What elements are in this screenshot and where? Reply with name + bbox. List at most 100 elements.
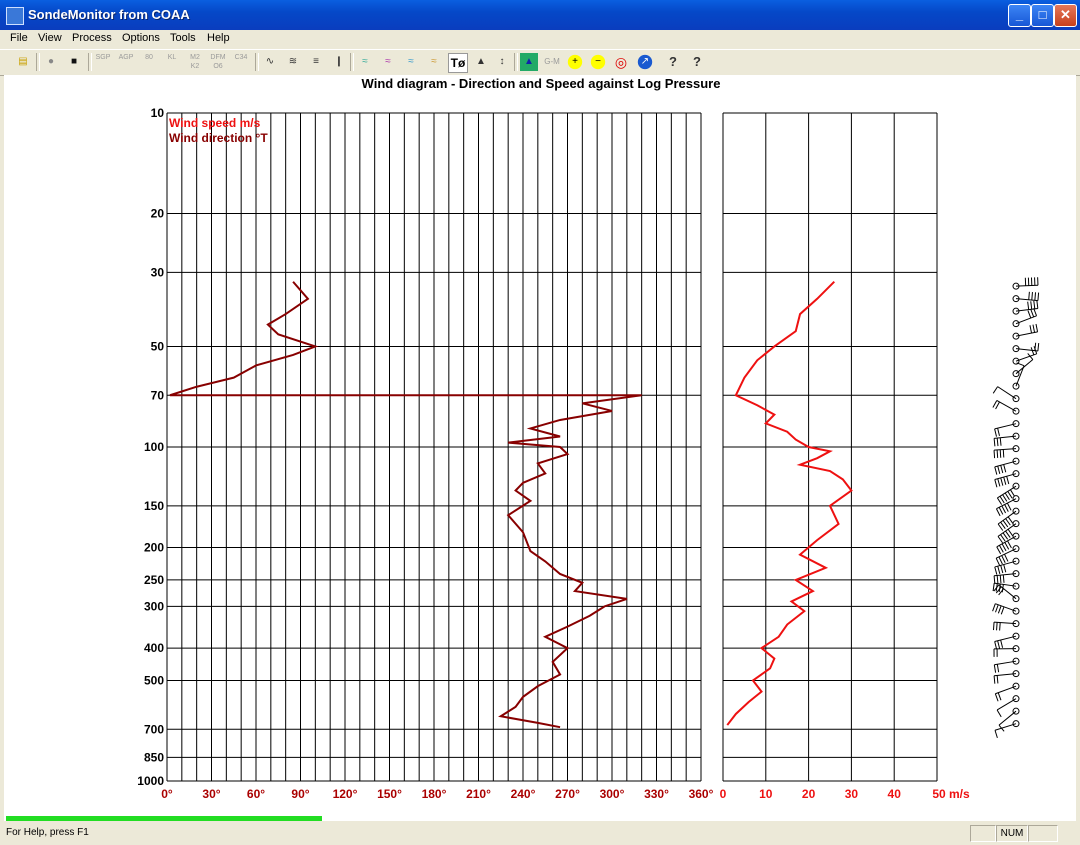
status-bar: For Help, press F1 NUM (0, 823, 1080, 845)
wind-barb-feather (997, 640, 1001, 649)
gm-button[interactable]: G-M (543, 53, 561, 71)
zoom-out-icon[interactable]: − (589, 53, 607, 71)
maximize-button[interactable]: □ (1031, 4, 1054, 27)
menu-process[interactable]: Process (72, 32, 112, 44)
wind-barb-feather (1033, 300, 1036, 309)
toolbar-separator (36, 53, 40, 71)
stop-icon[interactable]: ■ (65, 53, 83, 71)
toolbar-separator (350, 53, 354, 71)
wind-barb-feather (1000, 565, 1004, 574)
kl-sonde-button[interactable]: KL (163, 53, 181, 71)
wind-diagram-chart: Wind diagram - Direction and Speed again… (137, 76, 1040, 801)
navigate-icon[interactable]: ↗ (636, 53, 654, 71)
double-wave-icon[interactable]: ≋ (284, 53, 302, 71)
wind-barb-feather (997, 465, 1001, 474)
graph-temp-icon[interactable]: ≈ (356, 53, 374, 71)
wind-barb-staff (994, 473, 1017, 480)
minimize-button[interactable]: _ (1008, 4, 1031, 27)
menu-tools[interactable]: Tools (170, 32, 196, 44)
window-title: SondeMonitor from COAA (28, 7, 190, 22)
whats-this-help-icon[interactable]: ? (688, 53, 706, 71)
wind-barb-feather (1028, 291, 1030, 300)
menu-options[interactable]: Options (122, 32, 160, 44)
wind-barb (1012, 277, 1039, 290)
wind-barb-feather (993, 438, 996, 447)
open-folder-icon[interactable]: ▤ (14, 53, 32, 71)
map-icon[interactable]: ▲ (520, 53, 538, 71)
wind-barb-feather (1029, 325, 1033, 334)
m2k2-sonde-button[interactable]: M2 K2 (186, 53, 204, 71)
wind-barb-feather (1006, 476, 1010, 485)
wind-diagram-icon[interactable]: ▲ (472, 53, 490, 71)
help-icon[interactable]: ? (664, 53, 682, 71)
wind-barb-feather (994, 479, 998, 488)
progress-bar (6, 816, 322, 821)
speed-series-line (726, 281, 853, 726)
wind-barb-feather (997, 478, 1001, 487)
close-button[interactable]: ✕ (1054, 4, 1077, 27)
wind-barb-feather (995, 604, 999, 613)
pressure-tick-label: 500 (144, 673, 164, 687)
wind-barb-feather (999, 622, 1001, 631)
toolbar: ▤ ● ■ SGP AGP 80 KL M2 K2 DFM O6 C34 ∿ ≋… (0, 49, 1080, 76)
wind-barb-feather (1000, 606, 1005, 615)
wind-barb-feather (1007, 491, 1013, 499)
direction-tick-label: 180° (422, 787, 447, 801)
wind-barb-feather (1002, 494, 1008, 502)
graph-height-icon[interactable]: ≈ (425, 53, 443, 71)
wind-barb-feather (993, 664, 997, 673)
status-panel-empty (1028, 825, 1058, 842)
wind-barb (994, 720, 1020, 739)
i80-sonde-button[interactable]: 80 (140, 53, 158, 71)
wind-barb-feather (1003, 476, 1007, 485)
direction-tick-label: 0° (161, 787, 173, 801)
wind-barb-feather (1027, 310, 1032, 319)
vertical-arrows-icon[interactable]: ↕ (493, 53, 511, 71)
wind-barb-feather (1004, 504, 1009, 512)
bars-icon[interactable]: ❙ (330, 53, 348, 71)
wind-barb-feather (1009, 489, 1016, 497)
c34-sonde-button[interactable]: C34 (232, 53, 250, 71)
wind-barb-feather (999, 449, 1002, 458)
wind-barb-feather (994, 566, 998, 575)
wind-barb-feather (1001, 543, 1007, 552)
wind-barb-feather (996, 622, 998, 631)
wind-barb-feather (996, 664, 1000, 673)
graph-pressure-icon[interactable]: ≈ (402, 53, 420, 71)
legend-speed: Wind speed m/s (169, 116, 261, 130)
direction-tick-label: 360° (689, 787, 714, 801)
wind-barb-feather (1002, 449, 1005, 458)
pressure-tick-label: 70 (151, 388, 165, 402)
sgp-sonde-button[interactable]: SGP (94, 53, 112, 71)
dfm06-sonde-button[interactable]: DFM O6 (209, 53, 227, 71)
zoom-in-icon[interactable]: + (566, 53, 584, 71)
graph-humidity-icon[interactable]: ≈ (379, 53, 397, 71)
menu-file[interactable]: File (10, 32, 28, 44)
lines-icon[interactable]: ≡ (307, 53, 325, 71)
target-icon[interactable]: ◎ (612, 53, 630, 71)
wind-barb-staff (994, 660, 1017, 666)
record-icon[interactable]: ● (42, 53, 60, 71)
pressure-tick-label: 400 (144, 641, 164, 655)
direction-tick-label: 90° (291, 787, 309, 801)
wind-barb-feather (1030, 309, 1035, 318)
wind-barb-feather (994, 693, 999, 702)
direction-tick-label: 300° (600, 787, 625, 801)
wind-barb-staff (994, 635, 1017, 643)
wind-barb (993, 445, 1020, 459)
speed-tick-label: 30 (845, 787, 859, 801)
wave-icon[interactable]: ∿ (261, 53, 279, 71)
wind-barb-feather (994, 641, 998, 650)
wind-barb-feather (996, 675, 999, 684)
wind-barb-feather (997, 605, 1002, 614)
wind-barb-feather (994, 730, 998, 739)
menu-help[interactable]: Help (207, 32, 230, 44)
menu-view[interactable]: View (38, 32, 62, 44)
tephigram-button[interactable]: Tø (448, 53, 468, 73)
wind-barb-feather (1004, 542, 1010, 550)
pressure-tick-label: 150 (144, 499, 164, 513)
wind-barb-feather (1002, 574, 1005, 583)
pressure-tick-label: 20 (151, 207, 165, 221)
status-num-indicator: NUM (996, 825, 1028, 842)
agp-sonde-button[interactable]: AGP (117, 53, 135, 71)
